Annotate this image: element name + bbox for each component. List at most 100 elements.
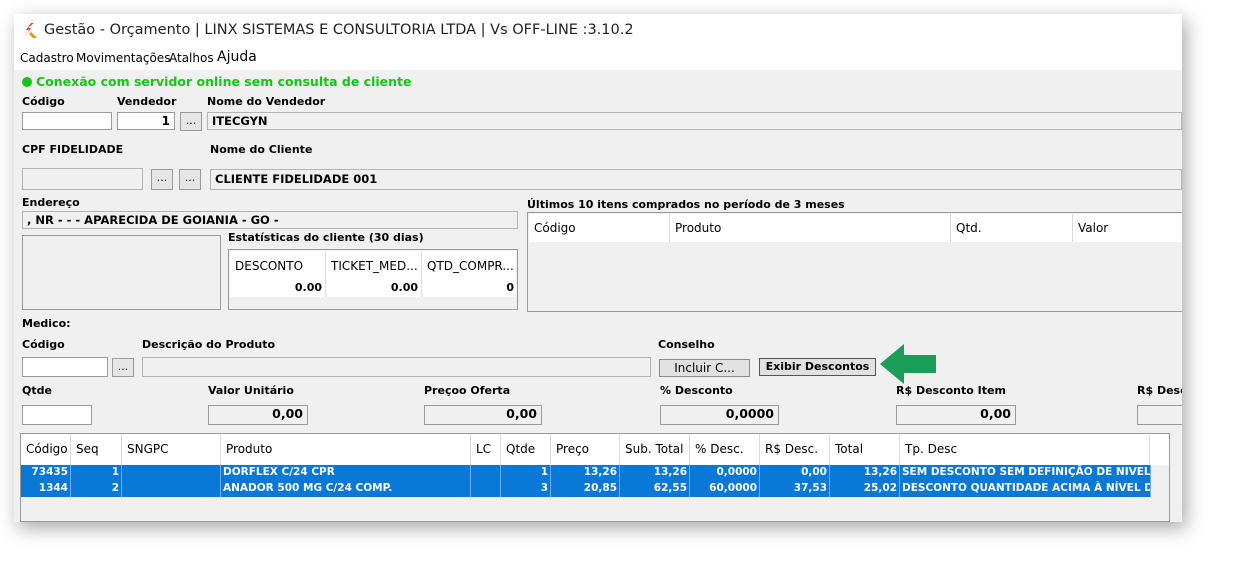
- valor-unitario-label: Valor Unitário: [208, 384, 294, 397]
- col-produto[interactable]: Produto: [221, 434, 471, 465]
- rs-desc-label: R$ Desc: [1137, 384, 1182, 397]
- row-1-tp-desc: SEM DESCONTO SEM DEFINIÇÃO DE NIVEL: [900, 465, 1151, 481]
- pct-desconto-field[interactable]: 0,0000: [660, 405, 779, 425]
- row-2-subtotal: 62,55: [620, 481, 690, 497]
- exibir-descontos-button[interactable]: Exibir Descontos: [759, 358, 876, 376]
- produto-codigo-input[interactable]: [22, 357, 108, 377]
- col-total[interactable]: Total: [830, 434, 900, 465]
- col-rs-desc[interactable]: R$ Desc.: [760, 434, 830, 465]
- menu-bar: Cadastro Movimentações Atalhos Ajuda: [14, 48, 1182, 70]
- qtde-input[interactable]: [22, 405, 92, 425]
- status-text: Conexão com servidor online sem consulta…: [36, 74, 412, 89]
- incluir-conselho-button[interactable]: Incluir C...: [659, 359, 750, 377]
- medico-label: Medico:: [22, 317, 71, 330]
- last-items-header: Código Produto Qtd. Valor: [529, 214, 1182, 242]
- cpf-label: CPF FIDELIDADE: [22, 143, 124, 156]
- last-items-grid: Código Produto Qtd. Valor: [527, 212, 1182, 312]
- last-col-codigo[interactable]: Código: [529, 214, 670, 242]
- col-lc[interactable]: LC: [471, 434, 501, 465]
- menu-cadastro[interactable]: Cadastro: [20, 51, 74, 65]
- row-2-preco: 20,85: [551, 481, 620, 497]
- qtde-label: Qtde: [22, 384, 52, 397]
- stats-row: 0.00 0.00 0: [230, 281, 516, 297]
- cpf-lookup-button-1[interactable]: ...: [151, 169, 173, 190]
- green-arrow-icon: [880, 344, 936, 384]
- row-1-preco: 13,26: [551, 465, 620, 481]
- window-title: Gestão - Orçamento | LINX SISTEMAS E CON…: [44, 22, 634, 38]
- col-preco[interactable]: Preço: [551, 434, 620, 465]
- endereco-label: Endereço: [22, 196, 80, 209]
- nome-vendedor-label: Nome do Vendedor: [207, 95, 326, 108]
- stats-val-ticket: 0.00: [326, 281, 422, 297]
- lightning-logo-icon: [24, 23, 37, 38]
- cpf-lookup-button-2[interactable]: ...: [179, 169, 201, 190]
- menu-atalhos[interactable]: Atalhos: [169, 51, 214, 65]
- col-sngpc[interactable]: SNGPC: [122, 434, 221, 465]
- status-dot-icon: [22, 77, 32, 87]
- col-tp-desc[interactable]: Tp. Desc: [900, 434, 1150, 465]
- col-pct-desc[interactable]: % Desc.: [690, 434, 760, 465]
- descricao-produto-field: [142, 357, 651, 377]
- table-row[interactable]: 1344 2 ANADOR 500 MG C/24 COMP. 3 20,85 …: [21, 481, 1151, 497]
- codigo-label: Código: [22, 95, 65, 108]
- rs-desc-field[interactable]: [1137, 405, 1182, 425]
- pct-desconto-label: % Desconto: [660, 384, 733, 397]
- stats-grid: DESCONTO TICKET_MED... QTD_COMPR... 0.00…: [228, 249, 518, 310]
- produto-lookup-button[interactable]: ...: [112, 358, 134, 377]
- row-2-qtde: 3: [501, 481, 551, 497]
- rs-desconto-item-label: R$ Desconto Item: [896, 384, 1006, 397]
- row-1-subtotal: 13,26: [620, 465, 690, 481]
- row-1-rs-desc: 0,00: [760, 465, 830, 481]
- row-2-pct-desc: 60,0000: [690, 481, 760, 497]
- vendedor-label: Vendedor: [117, 95, 177, 108]
- title-bar: Gestão - Orçamento | LINX SISTEMAS E CON…: [14, 14, 1182, 48]
- row-2-total: 25,02: [830, 481, 900, 497]
- items-grid-header: Código Seq SNGPC Produto LC Qtde Preço S…: [21, 434, 1169, 465]
- table-row[interactable]: 73435 1 DORFLEX C/24 CPR 1 13,26 13,26 0…: [21, 465, 1151, 481]
- row-2-codigo: 1344: [21, 481, 71, 497]
- client-photo-panel: [22, 235, 221, 310]
- menu-ajuda[interactable]: Ajuda: [217, 49, 257, 65]
- stats-val-qtd: 0: [506, 281, 514, 294]
- produto-codigo-label: Código: [22, 338, 65, 351]
- preco-oferta-label: Preçoo Oferta: [424, 384, 511, 397]
- vendedor-input[interactable]: 1: [117, 112, 175, 130]
- stats-grid-header: DESCONTO TICKET_MED... QTD_COMPR...: [230, 251, 516, 281]
- col-qtde[interactable]: Qtde: [501, 434, 551, 465]
- col-subtotal[interactable]: Sub. Total: [620, 434, 690, 465]
- last-col-qtd[interactable]: Qtd.: [951, 214, 1073, 242]
- descricao-label: Descrição do Produto: [142, 338, 276, 351]
- row-2-sngpc: [122, 481, 221, 497]
- last-col-valor[interactable]: Valor: [1073, 214, 1182, 242]
- stats-col-ticket[interactable]: TICKET_MED...: [326, 251, 422, 281]
- row-1-lc: [471, 465, 501, 481]
- stats-col-desconto[interactable]: DESCONTO: [230, 251, 326, 281]
- row-2-lc: [471, 481, 501, 497]
- stats-title: Estatísticas do cliente (30 dias): [228, 231, 424, 244]
- menu-movimentacoes[interactable]: Movimentações: [76, 51, 170, 65]
- conselho-label: Conselho: [658, 338, 715, 351]
- nome-cliente-label: Nome do Cliente: [210, 143, 313, 156]
- col-seq[interactable]: Seq: [71, 434, 122, 465]
- endereco-field: , NR - - - APARECIDA DE GOIANIA - GO -: [22, 211, 518, 229]
- rs-desconto-item-field[interactable]: 0,00: [896, 405, 1016, 425]
- app-window: Gestão - Orçamento | LINX SISTEMAS E CON…: [14, 14, 1182, 522]
- last-col-produto[interactable]: Produto: [670, 214, 951, 242]
- row-1-produto: DORFLEX C/24 CPR: [221, 465, 471, 481]
- nome-cliente-field: CLIENTE FIDELIDADE 001: [210, 169, 1182, 190]
- cpf-fidelidade-input[interactable]: [22, 168, 143, 190]
- stats-col-qtd[interactable]: QTD_COMPR...: [422, 251, 516, 281]
- last-items-title: Últimos 10 itens comprados no período de…: [527, 198, 845, 211]
- row-2-seq: 2: [71, 481, 122, 497]
- row-2-tp-desc: DESCONTO QUANTIDADE ACIMA À NÍVEL DE...: [900, 481, 1151, 497]
- vendedor-lookup-button[interactable]: ...: [180, 112, 202, 131]
- row-2-rs-desc: 37,53: [760, 481, 830, 497]
- row-2-produto: ANADOR 500 MG C/24 COMP.: [221, 481, 471, 497]
- preco-oferta-field: 0,00: [424, 405, 542, 425]
- codigo-input[interactable]: [22, 112, 112, 130]
- row-1-pct-desc: 0,0000: [690, 465, 760, 481]
- row-1-seq: 1: [71, 465, 122, 481]
- col-codigo[interactable]: Código: [21, 434, 71, 465]
- connection-status: Conexão com servidor online sem consulta…: [22, 74, 411, 89]
- stats-val-desconto: 0.00: [230, 281, 326, 297]
